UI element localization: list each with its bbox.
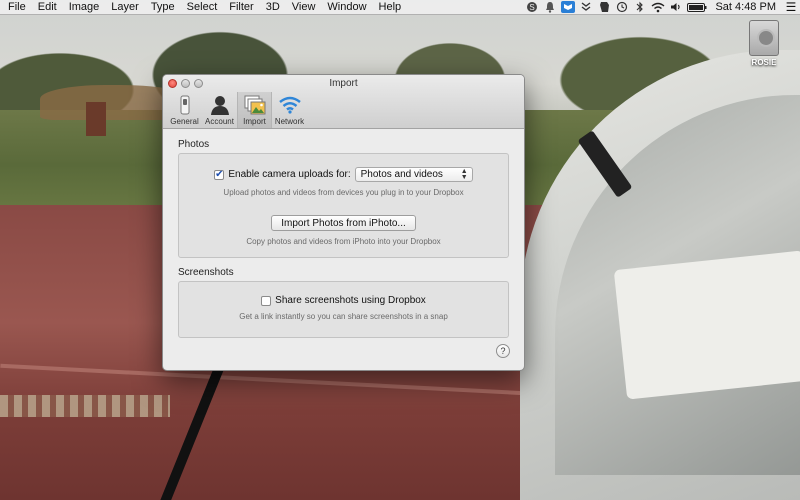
photos-section-title: Photos xyxy=(178,139,210,150)
menu-bar: File Edit Image Layer Type Select Filter… xyxy=(0,0,800,15)
desktop-drive[interactable]: ROSIE xyxy=(740,20,788,67)
tab-general-label: General xyxy=(170,117,199,126)
photos-icon xyxy=(244,94,266,116)
camera-uploads-select[interactable]: Photos and videos ▲ ▼ xyxy=(354,167,473,182)
menu-window[interactable]: Window xyxy=(321,0,372,15)
window-titlebar[interactable]: Import General Account Import Network xyxy=(163,75,524,129)
camera-uploads-checkbox[interactable]: ✔ xyxy=(214,169,225,180)
camera-uploads-select-value: Photos and videos xyxy=(360,169,443,180)
menu-type[interactable]: Type xyxy=(145,0,181,15)
time-machine-icon[interactable] xyxy=(613,0,631,15)
wallpaper-post xyxy=(86,102,106,136)
share-screenshots-checkbox[interactable] xyxy=(261,295,272,306)
volume-icon[interactable] xyxy=(667,0,685,15)
iphoto-row: Import Photos from iPhoto... xyxy=(179,215,508,231)
svg-text:S: S xyxy=(530,3,535,12)
tab-account[interactable]: Account xyxy=(202,92,237,128)
bluetooth-icon[interactable] xyxy=(631,0,649,15)
share-screenshots-label[interactable]: Share screenshots using Dropbox xyxy=(275,295,426,306)
tab-general[interactable]: General xyxy=(167,92,202,128)
menu-filter[interactable]: Filter xyxy=(223,0,259,15)
menu-select[interactable]: Select xyxy=(181,0,224,15)
sync-icon[interactable] xyxy=(577,0,595,15)
menu-3d[interactable]: 3D xyxy=(260,0,286,15)
person-icon xyxy=(210,94,230,116)
share-screenshots-hint: Get a link instantly so you can share sc… xyxy=(239,312,448,321)
window-title: Import xyxy=(329,78,358,89)
menubar-clock[interactable]: Sat 4:48 PM xyxy=(709,1,782,13)
hard-drive-icon xyxy=(749,20,779,56)
iphoto-hint: Copy photos and videos from iPhoto into … xyxy=(246,237,441,246)
tab-import[interactable]: Import xyxy=(237,92,272,128)
tab-network[interactable]: Network xyxy=(272,92,307,128)
camera-uploads-row: ✔ Enable camera uploads for: Photos and … xyxy=(179,167,508,182)
share-screenshots-row: Share screenshots using Dropbox xyxy=(179,295,508,306)
switch-icon xyxy=(180,94,190,116)
skype-icon[interactable]: S xyxy=(523,0,541,15)
tab-import-label: Import xyxy=(243,117,266,126)
status-area: S Sat 4:48 PM ☰ xyxy=(523,0,800,15)
menu-image[interactable]: Image xyxy=(63,0,106,15)
screenshots-section-title: Screenshots xyxy=(178,267,234,278)
menu-file[interactable]: File xyxy=(0,0,32,15)
help-button[interactable]: ? xyxy=(496,344,510,358)
tab-account-label: Account xyxy=(205,117,234,126)
screenshots-group: Share screenshots using Dropbox Get a li… xyxy=(178,281,509,338)
notification-center-icon[interactable]: ☰ xyxy=(782,0,800,14)
dropbox-icon[interactable] xyxy=(559,0,577,15)
camera-uploads-label[interactable]: Enable camera uploads for: xyxy=(228,169,350,180)
wallpaper-cloth xyxy=(613,250,800,400)
preferences-content: Photos ✔ Enable camera uploads for: Phot… xyxy=(163,139,524,338)
menu-layer[interactable]: Layer xyxy=(105,0,145,15)
camera-uploads-hint: Upload photos and videos from devices yo… xyxy=(223,188,464,197)
menu-help[interactable]: Help xyxy=(373,0,408,15)
select-arrows-icon: ▲ ▼ xyxy=(460,168,468,181)
menu-edit[interactable]: Edit xyxy=(32,0,63,15)
wifi-icon xyxy=(278,94,301,116)
tab-network-label: Network xyxy=(274,117,305,126)
evernote-icon[interactable] xyxy=(595,0,613,15)
battery-icon[interactable] xyxy=(685,0,709,15)
notification-icon[interactable] xyxy=(541,0,559,15)
menu-view[interactable]: View xyxy=(286,0,322,15)
wifi-icon[interactable] xyxy=(649,0,667,15)
preferences-toolbar: General Account Import Network xyxy=(167,92,307,128)
drive-label: ROSIE xyxy=(751,58,777,67)
wallpaper-rust xyxy=(0,395,170,417)
import-from-iphoto-button[interactable]: Import Photos from iPhoto... xyxy=(271,215,416,231)
photos-group: ✔ Enable camera uploads for: Photos and … xyxy=(178,153,509,258)
import-preferences-window: Import General Account Import Network Ph… xyxy=(162,74,525,371)
